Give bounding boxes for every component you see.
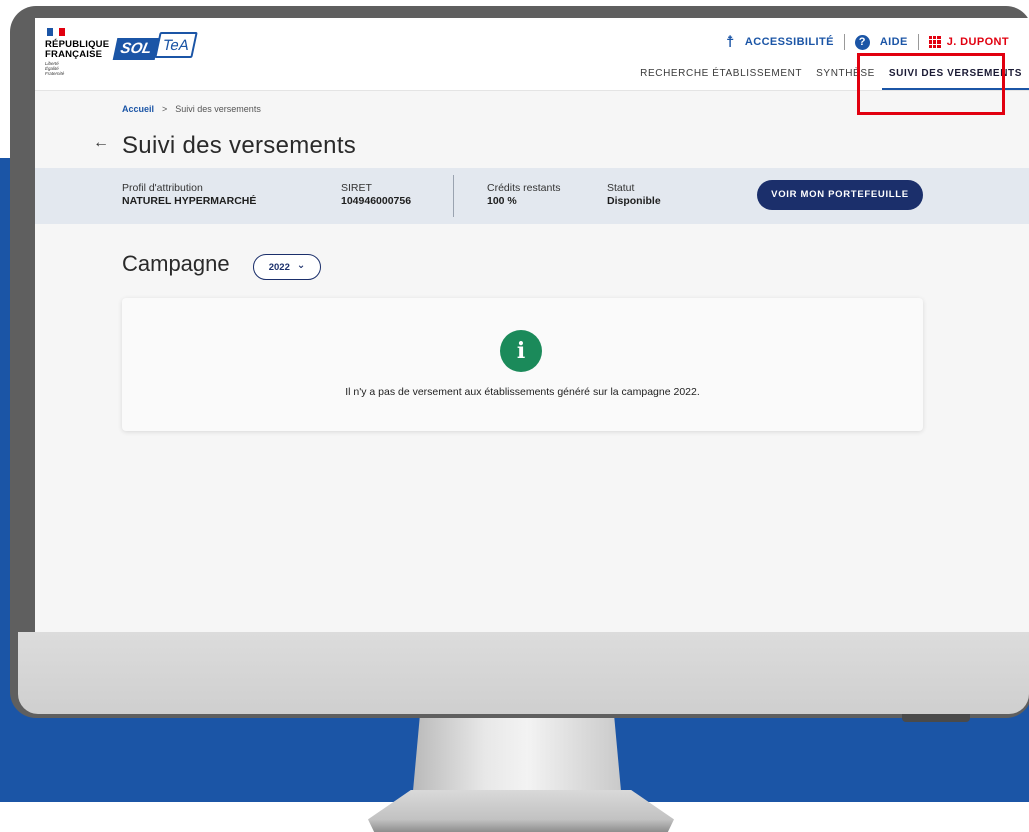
logo-sol: SOL [112, 38, 160, 60]
page-title: Suivi des versements [122, 132, 357, 159]
siret-cell: SIRET 104946000756 [341, 182, 411, 208]
screen: RÉPUBLIQUE FRANÇAISE Liberté Égalité Fra… [35, 18, 1029, 632]
empty-state-message: Il n'y a pas de versement aux établissem… [345, 386, 700, 398]
nav-recherche-etablissement[interactable]: RECHERCHE ÉTABLISSEMENT [633, 64, 809, 90]
campaign-year-select[interactable]: 2022 ⌄ [253, 254, 321, 280]
voir-portefeuille-button[interactable]: VOIR MON PORTEFEUILLE [757, 180, 923, 210]
back-arrow-icon[interactable]: ← [93, 134, 109, 152]
monitor-bezel-foot [902, 714, 970, 722]
breadcrumb-current: Suivi des versements [175, 104, 261, 114]
breadcrumb-home[interactable]: Accueil [122, 104, 154, 114]
credits-cell: Crédits restants 100 % [487, 182, 561, 208]
chevron-down-icon: ⌄ [296, 259, 306, 271]
user-name: J. DUPONT [946, 36, 1009, 48]
help-icon: ? [854, 34, 870, 50]
devise-text: Liberté Égalité Fraternité [45, 61, 65, 76]
campaign-year-value: 2022 [268, 261, 290, 273]
breadcrumb-separator-icon: > [162, 104, 168, 114]
soltea-logo[interactable]: SOL TeA [112, 32, 198, 62]
siret-value: 104946000756 [341, 195, 412, 207]
breadcrumb: Accueil > Suivi des versements [122, 104, 261, 114]
statut-label: Statut [607, 182, 635, 194]
logo-tea: TeA [154, 32, 198, 58]
highlight-box [857, 53, 1005, 115]
help-link[interactable]: AIDE [880, 36, 908, 48]
monitor-stand-neck [412, 710, 622, 802]
monitor-stand-base [368, 790, 674, 832]
user-menu[interactable]: J. DUPONT [928, 36, 1009, 48]
info-icon: i [500, 330, 542, 372]
siret-label: SIRET [341, 182, 372, 194]
french-flag-icon [47, 28, 65, 36]
profil-cell: Profil d'attribution NATUREL HYPERMARCHÉ [122, 182, 256, 208]
credits-value: 100 % [487, 195, 517, 207]
header-tools: ☨ ACCESSIBILITÉ ? AIDE J. DUPONT [726, 33, 1009, 51]
profil-label: Profil d'attribution [122, 182, 203, 194]
monitor-chin [18, 632, 1029, 714]
tools-divider [843, 34, 845, 50]
empty-state-card: i Il n'y a pas de versement aux établiss… [122, 298, 923, 431]
tools-divider [917, 34, 919, 50]
accessibility-link[interactable]: ACCESSIBILITÉ [745, 36, 834, 48]
campaign-label: Campagne [122, 251, 230, 276]
statut-value: Disponible [607, 195, 661, 207]
accessibility-icon: ☨ [725, 34, 735, 51]
apps-grid-icon [928, 36, 941, 48]
marianne-logo-text: RÉPUBLIQUE FRANÇAISE [45, 39, 110, 60]
credits-label: Crédits restants [487, 182, 561, 194]
profil-value: NATUREL HYPERMARCHÉ [122, 195, 257, 207]
band-divider [453, 175, 454, 217]
statut-cell: Statut Disponible [607, 182, 661, 208]
